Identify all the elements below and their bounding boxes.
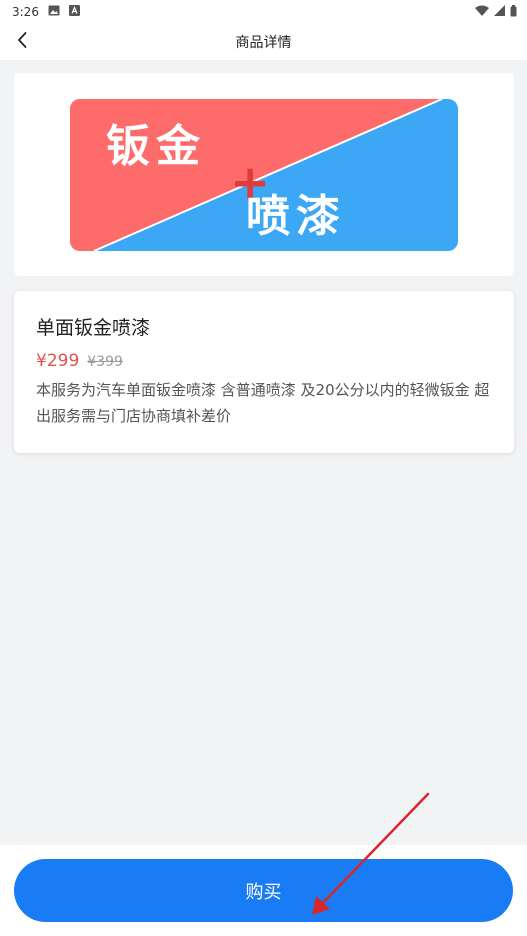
battery-icon xyxy=(510,4,517,20)
current-price: ¥299 xyxy=(36,351,80,371)
buy-button-label: 购买 xyxy=(245,881,282,903)
a-text-icon xyxy=(68,5,80,19)
signal-icon xyxy=(494,5,505,19)
back-button[interactable] xyxy=(8,28,36,56)
status-bar: 3:26 xyxy=(0,0,527,24)
banner-text-bottom: 喷漆 xyxy=(246,191,346,242)
original-price: ¥399 xyxy=(87,354,123,370)
product-image-card: 钣金 + 喷漆 xyxy=(14,73,514,276)
status-left: 3:26 xyxy=(12,5,80,19)
chevron-left-icon xyxy=(16,31,28,53)
price-row: ¥299 ¥399 xyxy=(36,351,492,371)
page-title: 商品详情 xyxy=(235,35,292,51)
bottom-action-bar: 购买 xyxy=(0,845,527,936)
product-info-card: 单面钣金喷漆 ¥299 ¥399 本服务为汽车单面钣金喷漆 含普通喷漆 及20公… xyxy=(14,291,514,453)
nav-bar: 商品详情 xyxy=(0,24,527,60)
status-time: 3:26 xyxy=(12,5,39,19)
banner-text-top: 钣金 xyxy=(106,121,206,172)
product-banner-image: 钣金 + 喷漆 xyxy=(70,99,458,251)
product-name: 单面钣金喷漆 xyxy=(36,317,151,339)
buy-button[interactable]: 购买 xyxy=(14,859,513,922)
wifi-icon xyxy=(475,5,489,19)
product-description: 本服务为汽车单面钣金喷漆 含普通喷漆 及20公分以内的轻微钣金 超出服务需与门店… xyxy=(36,381,490,425)
status-right xyxy=(475,4,517,20)
image-icon xyxy=(48,5,60,19)
